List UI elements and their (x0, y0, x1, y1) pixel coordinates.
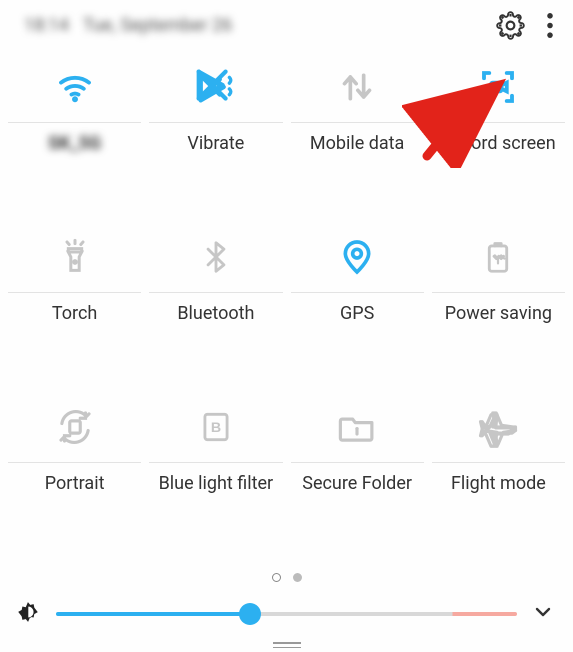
tile-gps[interactable]: GPS (287, 222, 428, 392)
battery-save-icon (428, 222, 569, 292)
tile-blue-light[interactable]: B Blue light filter (145, 392, 286, 562)
tile-vibrate[interactable]: Vibrate (145, 52, 286, 222)
tile-torch[interactable]: Torch (4, 222, 145, 392)
tile-label: Mobile data (287, 123, 428, 179)
tile-label: Secure Folder (287, 463, 428, 519)
status-bar: 18:14 Tue, September 26 (0, 0, 573, 50)
tile-wifi[interactable]: SK_5G (4, 52, 145, 222)
tile-label: Portrait (4, 463, 145, 519)
rotation-lock-icon (4, 392, 145, 462)
pager-dot (293, 573, 302, 582)
tile-label: Vibrate (145, 123, 286, 179)
brightness-auto-icon[interactable] (14, 598, 42, 630)
tile-bluetooth[interactable]: Bluetooth (145, 222, 286, 392)
vibrate-icon (145, 52, 286, 122)
status-left-blurred: 18:14 Tue, September 26 (24, 15, 232, 36)
panel-handle[interactable] (0, 636, 573, 652)
brightness-slider[interactable] (56, 612, 517, 616)
slider-thumb[interactable] (239, 603, 261, 625)
blue-light-icon: B (145, 392, 286, 462)
status-date: Tue, September 26 (83, 15, 232, 36)
torch-icon (4, 222, 145, 292)
bluetooth-icon (145, 222, 286, 292)
tile-power-saving[interactable]: Power saving (428, 222, 569, 392)
record-screen-icon (428, 52, 569, 122)
tile-label: Record screen (428, 123, 569, 179)
page-indicator[interactable] (0, 562, 573, 592)
location-pin-icon (287, 222, 428, 292)
secure-folder-icon (287, 392, 428, 462)
gear-icon[interactable] (496, 11, 525, 40)
tile-label: Flight mode (428, 463, 569, 519)
pager-dot-current (272, 573, 281, 582)
tile-secure-folder[interactable]: Secure Folder (287, 392, 428, 562)
tile-label: Blue light filter (145, 463, 286, 519)
data-arrows-icon (287, 52, 428, 122)
svg-text:B: B (211, 420, 221, 436)
wifi-icon (4, 52, 145, 122)
tile-portrait[interactable]: Portrait (4, 392, 145, 562)
tile-label: Bluetooth (145, 293, 286, 349)
tile-label: Torch (4, 293, 145, 349)
brightness-row (0, 592, 573, 636)
tile-mobile-data[interactable]: Mobile data (287, 52, 428, 222)
tile-label: SK_5G (4, 123, 145, 179)
tile-label: Power saving (428, 293, 569, 349)
chevron-down-icon[interactable] (531, 600, 555, 628)
quick-settings-grid: SK_5G Vibrate Mobile data (0, 50, 573, 562)
more-icon[interactable] (545, 11, 555, 40)
handle-lines-icon (273, 642, 301, 648)
status-time: 18:14 (24, 15, 69, 36)
airplane-icon (428, 392, 569, 462)
tile-record-screen[interactable]: Record screen (428, 52, 569, 222)
tile-label: GPS (287, 293, 428, 349)
tile-flight-mode[interactable]: Flight mode (428, 392, 569, 562)
